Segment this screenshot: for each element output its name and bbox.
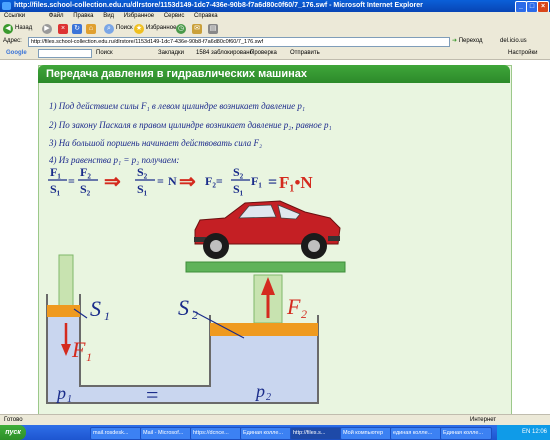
taskbar: пуск mail.rosdesk... Mail - Microsof... … <box>0 425 550 440</box>
label-f1-sub: 1 <box>86 350 92 364</box>
taskbar-item[interactable]: Единая колле... <box>440 427 492 440</box>
taskbar-item[interactable]: Единая колле... <box>240 427 292 440</box>
taskbar-item[interactable]: Мой компьютер <box>340 427 392 440</box>
label-f1: F <box>71 337 86 362</box>
taskbar-item-active[interactable]: http://files.s... <box>290 427 342 440</box>
label-s2: S <box>178 295 189 320</box>
formula-n: N <box>168 174 177 188</box>
clock: 12:06 <box>531 429 547 435</box>
formula-s2-frac: S₂ <box>233 165 244 179</box>
label-s1: S <box>90 296 101 321</box>
large-piston <box>210 323 318 336</box>
label-p2-sub: 2 <box>266 392 271 403</box>
formula-s2: S₂ <box>80 182 91 196</box>
hydraulic-diagram: F₁ S₁ = F₂ S₂ ⇒ S₂ S₁ = N ⇒ F₂= S₂ S₁ F₁… <box>46 165 346 407</box>
formula-eq-2: = <box>157 174 164 188</box>
small-piston-rod <box>58 254 74 308</box>
formula-s2-top: S₂ <box>137 165 148 179</box>
status-text: Готово <box>4 417 23 423</box>
label-p2: p <box>254 381 265 401</box>
implies-arrow-1: ⇒ <box>104 171 121 193</box>
taskbar-item[interactable]: https://dcnce... <box>190 427 242 440</box>
label-s2-sub: 2 <box>192 308 198 322</box>
label-p1-sub: 1 <box>67 394 72 405</box>
implies-arrow-2: ⇒ <box>179 171 196 193</box>
language-indicator[interactable]: EN <box>522 429 530 435</box>
car-icon <box>194 200 341 259</box>
formula-result: F₁•N <box>279 173 313 192</box>
formula-f2-eq: F₂= <box>205 174 223 188</box>
formula-s1: S₁ <box>50 182 61 196</box>
label-f2-sub: 2 <box>301 307 307 321</box>
label-equal: = <box>146 382 158 407</box>
lift-platform <box>185 261 346 273</box>
formula-s1-frac: S₁ <box>233 182 244 196</box>
formula-f1: F₁ <box>50 165 61 179</box>
taskbar-item[interactable]: Mail - Microsof... <box>140 427 192 440</box>
label-s1-sub: 1 <box>104 309 110 323</box>
system-tray: EN 12:06 <box>497 425 550 440</box>
label-p1: p <box>55 383 66 403</box>
formula-s1-bottom: S₁ <box>137 182 148 196</box>
formula-eq-3: = <box>268 174 277 191</box>
formula-f1-mult: F₁ <box>251 174 262 188</box>
start-button[interactable]: пуск <box>0 425 26 440</box>
formula-f2: F₂ <box>80 165 91 179</box>
formula: F₁ S₁ = F₂ S₂ ⇒ S₂ S₁ = N ⇒ F₂= S₂ S₁ F₁… <box>48 165 313 196</box>
taskbar-item[interactable]: единая колле... <box>390 427 442 440</box>
small-piston <box>47 305 80 317</box>
label-f2: F <box>286 294 301 319</box>
taskbar-item[interactable]: mail.rosdesk... <box>90 427 142 440</box>
formula-eq-1: = <box>68 174 75 188</box>
